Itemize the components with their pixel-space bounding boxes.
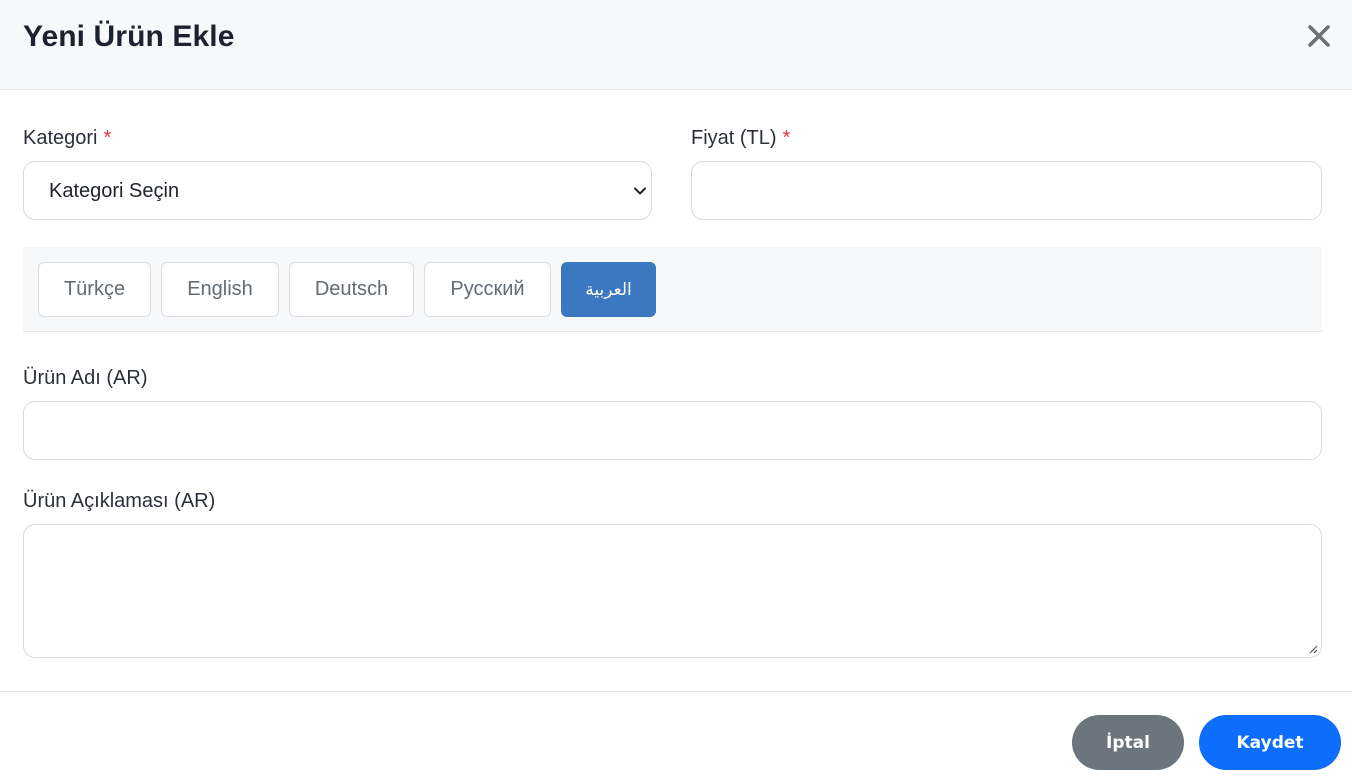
modal-header: Yeni Ürün Ekle xyxy=(0,0,1352,90)
tab-german[interactable]: Deutsch xyxy=(289,262,414,317)
chevron-down-icon xyxy=(634,187,646,195)
price-input[interactable] xyxy=(691,161,1322,220)
product-description-textarea[interactable] xyxy=(23,524,1322,658)
tab-turkish[interactable]: Türkçe xyxy=(38,262,151,317)
category-required-mark: * xyxy=(103,127,112,149)
footer-divider xyxy=(0,691,1352,692)
tab-arabic[interactable]: العربية xyxy=(561,262,656,317)
price-label-text: Fiyat (TL) xyxy=(691,127,777,149)
product-description-label: Ürün Açıklaması (AR) xyxy=(23,490,216,512)
close-icon xyxy=(1308,25,1330,47)
price-required-mark: * xyxy=(782,127,791,149)
close-button[interactable] xyxy=(1306,23,1332,49)
category-select-value: Kategori Seçin xyxy=(49,180,180,202)
tab-russian[interactable]: Русский xyxy=(424,262,551,317)
category-label: Kategori * xyxy=(23,127,111,150)
resize-grip-icon[interactable] xyxy=(1308,644,1318,654)
language-tabs: Türkçe English Deutsch Русский العربية xyxy=(23,247,1322,332)
tab-english[interactable]: English xyxy=(161,262,279,317)
add-product-modal: Yeni Ürün Ekle Kategori * Kategori Seçin … xyxy=(0,0,1352,784)
product-name-label: Ürün Adı (AR) xyxy=(23,367,148,389)
modal-title: Yeni Ürün Ekle xyxy=(23,20,235,53)
product-name-input[interactable] xyxy=(23,401,1322,460)
cancel-button[interactable]: İptal xyxy=(1072,715,1184,770)
category-label-text: Kategori xyxy=(23,127,98,149)
save-button[interactable]: Kaydet xyxy=(1199,715,1341,770)
category-select[interactable]: Kategori Seçin xyxy=(23,161,652,220)
price-label: Fiyat (TL) * xyxy=(691,127,790,150)
